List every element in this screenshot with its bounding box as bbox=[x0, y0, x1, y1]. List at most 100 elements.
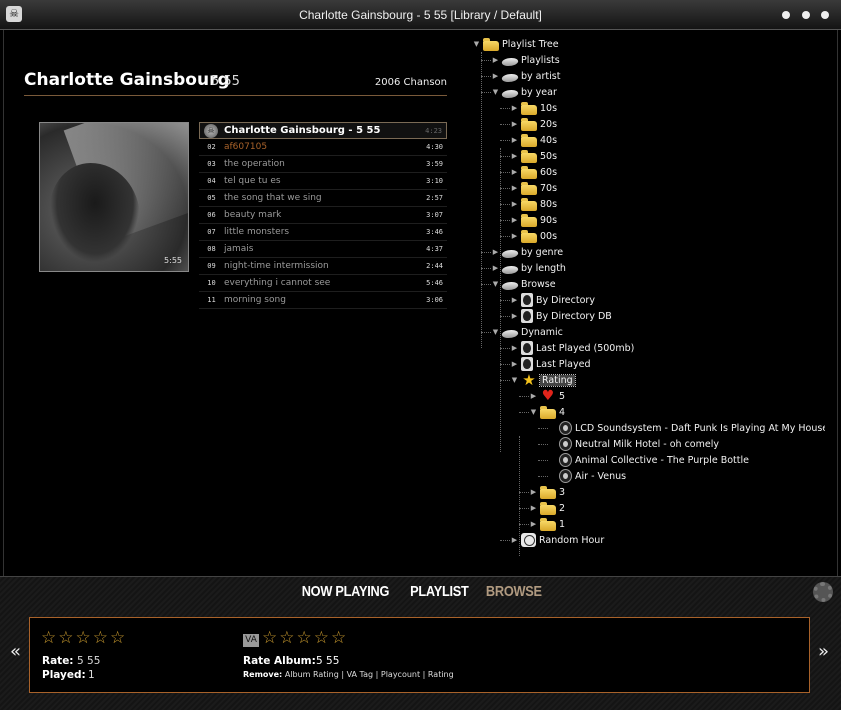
tab-playlist[interactable]: PLAYLIST bbox=[410, 583, 469, 600]
expand-arrow-icon[interactable]: ▶ bbox=[510, 344, 519, 352]
tree-node[interactable]: ▶ by artist bbox=[491, 68, 560, 84]
expand-arrow-icon[interactable]: ▶ bbox=[510, 168, 519, 176]
collapse-arrow-icon[interactable]: ▼ bbox=[472, 40, 481, 48]
collapse-arrow-icon[interactable]: ▼ bbox=[491, 280, 500, 288]
expand-arrow-icon[interactable]: ▶ bbox=[491, 248, 500, 256]
tree-node[interactable]: ▶ 80s bbox=[510, 196, 557, 212]
tree-node[interactable]: ▼ ★ Rating bbox=[510, 372, 576, 388]
track-row[interactable]: 06 beauty mark 3:07 bbox=[199, 207, 447, 224]
tree-node-label: By Directory DB bbox=[536, 310, 612, 322]
expand-arrow-icon[interactable]: ▶ bbox=[491, 72, 500, 80]
tree-node[interactable]: ▶ Random Hour bbox=[510, 532, 604, 548]
track-row[interactable]: 07 little monsters 3:46 bbox=[199, 224, 447, 241]
tree-node[interactable]: Neutral Milk Hotel - oh comely bbox=[548, 436, 719, 452]
tree-node[interactable]: ▼ Dynamic bbox=[491, 324, 563, 340]
collapse-arrow-icon[interactable]: ▼ bbox=[491, 88, 500, 96]
tree-node[interactable]: Air - Venus bbox=[548, 468, 626, 484]
folder-icon bbox=[521, 181, 537, 195]
remove-options: Remove: Album Rating | VA Tag | Playcoun… bbox=[243, 670, 454, 679]
tree-node[interactable]: ▶ by length bbox=[491, 260, 566, 276]
tab-now-playing[interactable]: NOW PLAYING bbox=[302, 583, 390, 600]
track-row[interactable]: 03 the operation 3:59 bbox=[199, 156, 447, 173]
expand-arrow-icon[interactable]: ▶ bbox=[510, 296, 519, 304]
tree-node[interactable]: ▶ By Directory DB bbox=[510, 308, 612, 324]
tree-node[interactable]: ▶ 90s bbox=[510, 212, 557, 228]
collapse-arrow-icon[interactable]: ▼ bbox=[491, 328, 500, 336]
tree-node[interactable]: ▶ 3 bbox=[529, 484, 565, 500]
tree-node[interactable]: ▼ Playlist Tree bbox=[472, 36, 559, 52]
folder-icon bbox=[521, 101, 537, 115]
expand-arrow-icon[interactable]: ▶ bbox=[510, 536, 519, 544]
collapse-arrow-icon[interactable]: ▼ bbox=[529, 408, 538, 416]
close-button[interactable] bbox=[821, 11, 829, 19]
track-row[interactable]: 08 jamais 4:37 bbox=[199, 241, 447, 258]
tree-node[interactable]: LCD Soundsystem - Daft Punk Is Playing A… bbox=[548, 420, 825, 436]
tree-node-label: 1 bbox=[559, 518, 566, 530]
album-year-genre: 2006 Chanson bbox=[374, 77, 447, 88]
album-rating-stars[interactable]: ☆☆☆☆☆ bbox=[262, 628, 348, 648]
alien-track-icon bbox=[559, 469, 572, 483]
tree-node[interactable]: ▶ 20s bbox=[510, 116, 557, 132]
tab-browse[interactable]: BROWSE bbox=[486, 583, 542, 600]
collapse-arrow-icon[interactable]: ▼ bbox=[510, 376, 519, 384]
gear-icon[interactable] bbox=[813, 582, 833, 602]
folder-icon bbox=[540, 517, 556, 531]
tree-node[interactable]: ▼ 4 bbox=[529, 404, 565, 420]
track-row[interactable]: 11 morning song 3:06 bbox=[199, 292, 447, 309]
tree-node[interactable]: ▶ by genre bbox=[491, 244, 563, 260]
track-row[interactable]: 09 night-time intermission 2:44 bbox=[199, 258, 447, 275]
tree-node[interactable]: ▶ By Directory bbox=[510, 292, 595, 308]
tree-node[interactable]: ▶ ♥ 5 bbox=[529, 388, 565, 404]
folder-icon bbox=[483, 37, 499, 51]
expand-arrow-icon[interactable]: ▶ bbox=[510, 200, 519, 208]
tree-node[interactable]: ▶ 2 bbox=[529, 500, 565, 516]
track-rating-stars[interactable]: ☆☆☆☆☆ bbox=[41, 628, 127, 648]
expand-arrow-icon[interactable]: ▶ bbox=[529, 488, 538, 496]
tree-node[interactable]: ▶ Last Played bbox=[510, 356, 591, 372]
tree-node[interactable]: ▶ 00s bbox=[510, 228, 557, 244]
tree-node[interactable]: ▶ 40s bbox=[510, 132, 557, 148]
expand-arrow-icon[interactable]: ▶ bbox=[510, 136, 519, 144]
minimize-button[interactable] bbox=[782, 11, 790, 19]
track-row[interactable]: 02 af607105 4:30 bbox=[199, 139, 447, 156]
expand-arrow-icon[interactable]: ▶ bbox=[510, 120, 519, 128]
va-badge[interactable]: VA bbox=[243, 634, 259, 647]
track-row[interactable]: ☠ Charlotte Gainsbourg - 5 55 4:23 bbox=[199, 122, 447, 139]
track-title: tel que tu es bbox=[224, 176, 281, 186]
tree-connector bbox=[538, 428, 548, 429]
expand-arrow-icon[interactable]: ▶ bbox=[510, 184, 519, 192]
tree-node[interactable]: ▶ Playlists bbox=[491, 52, 560, 68]
expand-arrow-icon[interactable]: ▶ bbox=[491, 56, 500, 64]
expand-arrow-icon[interactable]: ▶ bbox=[529, 392, 538, 400]
tree-node[interactable]: ▶ 70s bbox=[510, 180, 557, 196]
expand-arrow-icon[interactable]: ▶ bbox=[510, 312, 519, 320]
tree-node-label: 50s bbox=[540, 150, 558, 162]
track-row[interactable]: 10 everything i cannot see 5:46 bbox=[199, 275, 447, 292]
expand-arrow-icon[interactable]: ▶ bbox=[510, 104, 519, 112]
track-row[interactable]: 04 tel que tu es 3:10 bbox=[199, 173, 447, 190]
tree-node[interactable]: ▶ 60s bbox=[510, 164, 557, 180]
tree-guide-line bbox=[500, 148, 501, 452]
expand-arrow-icon[interactable]: ▶ bbox=[510, 232, 519, 240]
next-button[interactable]: » bbox=[818, 641, 829, 662]
expand-arrow-icon[interactable]: ▶ bbox=[491, 264, 500, 272]
tree-node[interactable]: ▼ by year bbox=[491, 84, 557, 100]
expand-arrow-icon[interactable]: ▶ bbox=[510, 216, 519, 224]
album-cover[interactable]: 5:55 bbox=[39, 122, 189, 272]
track-row[interactable]: 05 the song that we sing 2:57 bbox=[199, 190, 447, 207]
maximize-button[interactable] bbox=[802, 11, 810, 19]
tree-node[interactable]: ▶ 10s bbox=[510, 100, 557, 116]
expand-arrow-icon[interactable]: ▶ bbox=[529, 520, 538, 528]
track-number: 05 bbox=[207, 194, 216, 202]
tree-node[interactable]: ▶ Last Played (500mb) bbox=[510, 340, 634, 356]
previous-button[interactable]: « bbox=[10, 641, 21, 662]
tree-node[interactable]: Animal Collective - The Purple Bottle bbox=[548, 452, 749, 468]
tree-node-label: 80s bbox=[540, 198, 558, 210]
expand-arrow-icon[interactable]: ▶ bbox=[529, 504, 538, 512]
remove-links[interactable]: Album Rating | VA Tag | Playcount | Rati… bbox=[285, 670, 454, 679]
expand-arrow-icon[interactable]: ▶ bbox=[510, 360, 519, 368]
track-duration: 3:46 bbox=[426, 228, 443, 236]
expand-arrow-icon[interactable]: ▶ bbox=[510, 152, 519, 160]
tree-node[interactable]: ▶ 50s bbox=[510, 148, 557, 164]
tree-node[interactable]: ▶ 1 bbox=[529, 516, 565, 532]
